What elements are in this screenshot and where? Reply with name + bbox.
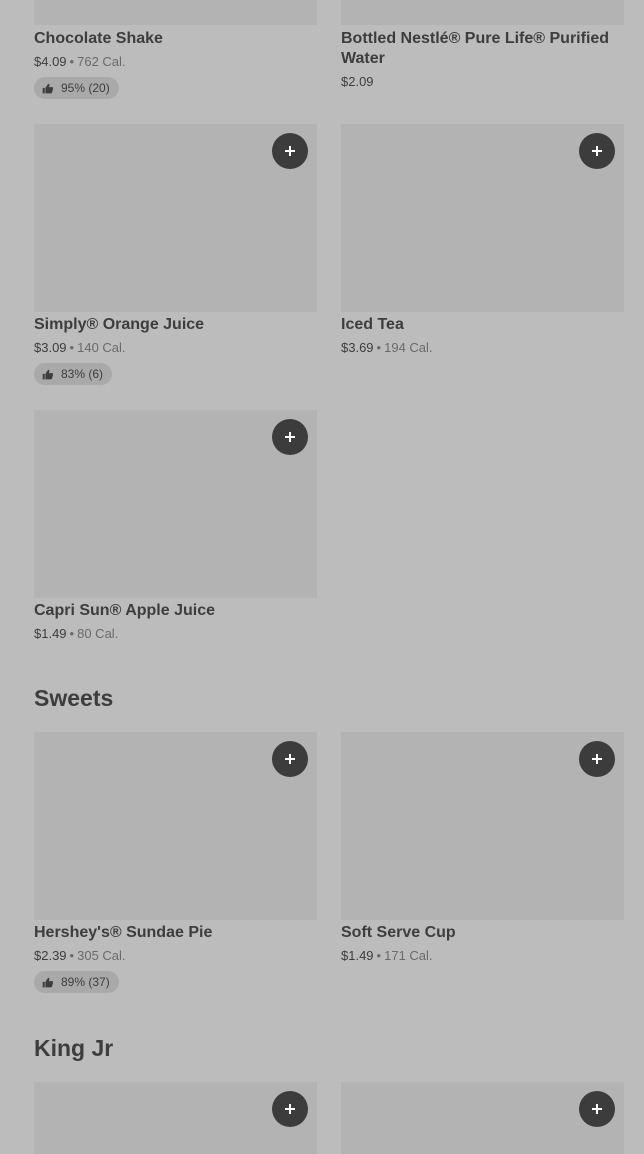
- item-calories: 762 Cal.: [77, 54, 126, 69]
- item-calories: 305 Cal.: [77, 948, 126, 963]
- add-to-cart-button[interactable]: [579, 133, 615, 169]
- separator: •: [376, 340, 382, 355]
- item-price-calories: $3.09 • 140 Cal.: [34, 340, 126, 356]
- item-price-calories: $1.49 • 171 Cal.: [341, 948, 433, 964]
- item-price: $4.09: [34, 54, 67, 69]
- add-to-cart-button[interactable]: [579, 741, 615, 777]
- item-price: $3.09: [34, 340, 67, 355]
- item-price: $1.49: [34, 626, 67, 641]
- item-price: $3.69: [341, 340, 374, 355]
- plus-icon: [285, 432, 295, 442]
- item-price: $2.39: [34, 948, 67, 963]
- item-price-calories: $1.49 • 80 Cal.: [34, 626, 118, 642]
- item-name: Simply® Orange Juice: [34, 316, 205, 333]
- item-name: Bottled Nestlé® Pure Life® Purified Wate…: [341, 30, 610, 67]
- rating-text: 95% (20): [61, 81, 110, 95]
- item-calories: 194 Cal.: [384, 340, 433, 355]
- item-name: Soft Serve Cup: [341, 924, 456, 941]
- plus-icon: [592, 1104, 602, 1114]
- item-price-calories: $4.09 • 762 Cal.: [34, 54, 126, 70]
- separator: •: [69, 340, 75, 355]
- add-to-cart-button[interactable]: [272, 419, 308, 455]
- item-name: Iced Tea: [341, 316, 404, 333]
- separator: •: [69, 626, 75, 641]
- rating-badge: 95% (20): [34, 77, 119, 99]
- item-price: $2.09: [341, 74, 374, 89]
- separator: •: [376, 948, 382, 963]
- item-price-calories: $2.09: [341, 74, 374, 90]
- add-to-cart-button[interactable]: [579, 1091, 615, 1127]
- thumbs-up-icon: [42, 977, 53, 987]
- plus-icon: [285, 1104, 295, 1114]
- rating-text: 89% (37): [61, 975, 110, 989]
- plus-icon: [592, 146, 602, 156]
- separator: •: [69, 948, 75, 963]
- item-name: Hershey's® Sundae Pie: [34, 924, 213, 941]
- item-calories: 140 Cal.: [77, 340, 126, 355]
- section-title-sweets: Sweets: [34, 685, 114, 711]
- item-name: Chocolate Shake: [34, 30, 163, 47]
- rating-badge: 83% (6): [34, 363, 113, 385]
- rating-badge: 89% (37): [34, 971, 119, 993]
- item-image[interactable]: [341, 0, 624, 25]
- plus-icon: [285, 146, 295, 156]
- thumbs-up-icon: [42, 83, 53, 93]
- item-price: $1.49: [341, 948, 374, 963]
- item-price-calories: $2.39 • 305 Cal.: [34, 948, 126, 964]
- item-calories: 171 Cal.: [384, 948, 433, 963]
- add-to-cart-button[interactable]: [272, 741, 308, 777]
- section-title-king-jr: King Jr: [34, 1035, 114, 1061]
- separator: •: [69, 54, 75, 69]
- add-to-cart-button[interactable]: [272, 1091, 308, 1127]
- thumbs-up-icon: [42, 369, 53, 379]
- plus-icon: [285, 754, 295, 764]
- item-price-calories: $3.69 • 194 Cal.: [341, 340, 433, 356]
- item-image[interactable]: [34, 0, 317, 25]
- add-to-cart-button[interactable]: [272, 133, 308, 169]
- item-calories: 80 Cal.: [77, 626, 119, 641]
- rating-text: 83% (6): [61, 367, 104, 381]
- item-name: Capri Sun® Apple Juice: [34, 602, 216, 619]
- plus-icon: [592, 754, 602, 764]
